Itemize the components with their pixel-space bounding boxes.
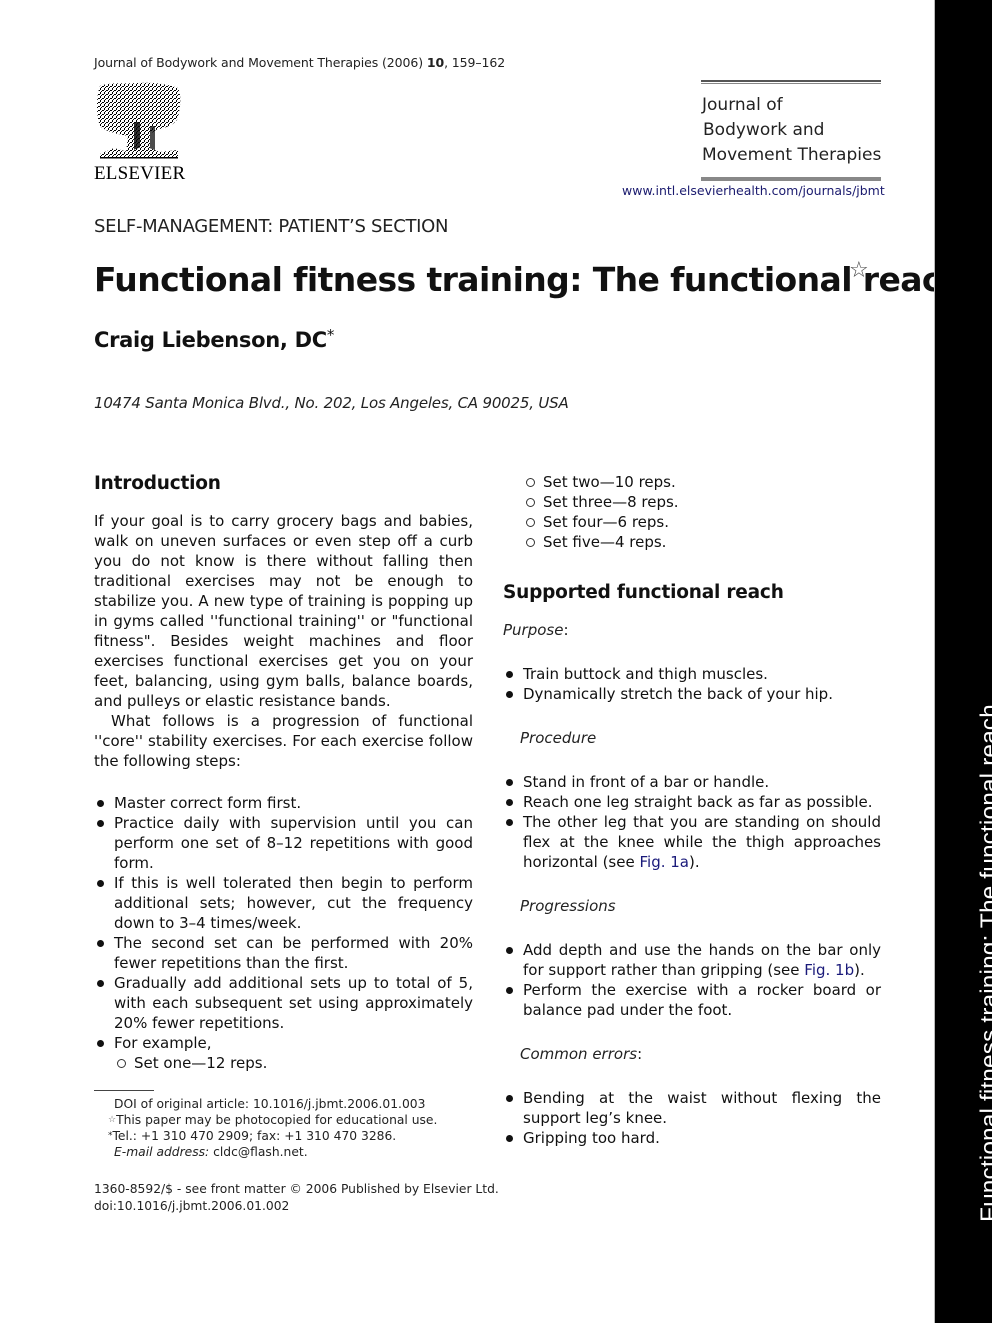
elsevier-logo: ELSEVIER xyxy=(94,82,186,184)
running-header-volume: 10 xyxy=(426,55,445,70)
front-matter-doi: doi:10.1016/j.jbmt.2006.01.002 xyxy=(94,1199,290,1213)
running-header: Journal of Bodywork and Movement Therapi… xyxy=(94,55,505,70)
procedure-item-end: ). xyxy=(688,853,700,871)
procedure-item-text: The other leg that you are standing on s… xyxy=(523,813,881,871)
journal-rule-top xyxy=(701,80,881,84)
example-set-item: Set four—6 reps. xyxy=(523,512,881,532)
journal-title-line3: Movement Therapies xyxy=(702,145,882,165)
error-item: Bending at the waist without flexing the… xyxy=(503,1088,881,1128)
journal-title-line2: Bodywork and xyxy=(703,120,825,140)
step-item: If this is well tolerated then begin to … xyxy=(94,873,473,933)
progression-item: Perform the exercise with a rocker board… xyxy=(503,980,881,1020)
left-column: Introduction If your goal is to carry gr… xyxy=(94,474,473,1073)
footnote-star-icon: ☆ xyxy=(108,1115,117,1125)
journal-url-link[interactable]: www.intl.elsevierhealth.com/journals/jbm… xyxy=(622,183,885,198)
procedure-item: Stand in front of a bar or handle. xyxy=(503,772,881,792)
elsevier-tree-logo-icon xyxy=(97,82,181,159)
front-matter-copyright: 1360-8592/$ - see front matter © 2006 Pu… xyxy=(94,1182,499,1196)
running-header-journal: Journal of Bodywork and Movement Therapi… xyxy=(94,55,427,70)
footnote-photocopy-text: This paper may be photocopied for educat… xyxy=(116,1113,438,1127)
purpose-item: Dynamically stretch the back of your hip… xyxy=(503,684,881,704)
progressions-label: Progressions xyxy=(520,897,616,915)
common-errors-colon: : xyxy=(637,1045,643,1063)
footnote-divider xyxy=(94,1090,154,1091)
procedure-label: Procedure xyxy=(520,729,597,747)
journal-title-line1: Journal of xyxy=(702,95,783,115)
footnote-contact-text: Tel.: +1 310 470 2909; fax: +1 310 470 3… xyxy=(112,1129,397,1143)
procedure-item: Reach one leg straight back as far as po… xyxy=(503,792,881,812)
error-item: Gripping too hard. xyxy=(503,1128,881,1148)
footnote-doi-original: DOI of original article: 10.1016/j.jbmt.… xyxy=(114,1097,426,1111)
example-sets-list-continued: Set two—10 reps. Set three—8 reps. Set f… xyxy=(523,472,881,552)
elsevier-wordmark: ELSEVIER xyxy=(94,163,186,184)
intro-paragraph-2: What follows is a progression of functio… xyxy=(94,712,473,770)
purpose-item: Train buttock and thigh muscles. xyxy=(503,664,881,684)
figure-1b-link[interactable]: Fig. 1b xyxy=(804,961,854,979)
article-title: Functional fitness training: The functio… xyxy=(94,260,964,299)
introduction-heading: Introduction xyxy=(94,473,221,494)
purpose-label: Purpose: xyxy=(503,620,881,640)
purpose-list: Train buttock and thigh muscles. Dynamic… xyxy=(503,664,881,704)
step-item-text: For example, xyxy=(114,1034,212,1052)
progression-item: Add depth and use the hands on the bar o… xyxy=(503,940,881,980)
email-address[interactable]: cldc@flash.net. xyxy=(209,1145,308,1159)
step-item: The second set can be performed with 20%… xyxy=(94,933,473,973)
side-title-text: Functional fitness training: The functio… xyxy=(976,704,992,1222)
footnote-email: E-mail address: cldc@flash.net. xyxy=(114,1144,308,1160)
intro-paragraph-1: If your goal is to carry grocery bags an… xyxy=(94,512,473,710)
footnote-contact: *Tel.: +1 310 470 2909; fax: +1 310 470 … xyxy=(108,1128,396,1144)
email-label: E-mail address: xyxy=(114,1145,210,1159)
common-errors-label-text: Common errors xyxy=(520,1045,638,1063)
step-item: Master correct form first. xyxy=(94,793,473,813)
progressions-list: Add depth and use the hands on the bar o… xyxy=(503,940,881,1020)
example-sets-list: Set one—12 reps. xyxy=(114,1053,473,1073)
example-set-item: Set two—10 reps. xyxy=(523,472,881,492)
title-footnote-star-icon[interactable]: ☆ xyxy=(849,258,869,283)
example-set-item: Set three—8 reps. xyxy=(523,492,881,512)
right-column: Set two—10 reps. Set three—8 reps. Set f… xyxy=(503,472,881,1148)
progression-item-end: ). xyxy=(854,961,865,979)
example-set-item: Set five—4 reps. xyxy=(523,532,881,552)
section-label: SELF-MANAGEMENT: PATIENT’S SECTION xyxy=(94,216,449,237)
steps-list: Master correct form first. Practice dail… xyxy=(94,793,473,1073)
footnote-photocopy: ☆This paper may be photocopied for educa… xyxy=(108,1112,437,1128)
purpose-label-text: Purpose xyxy=(503,621,564,639)
step-item: For example, Set one—12 reps. xyxy=(94,1033,473,1073)
running-header-pages: , 159–162 xyxy=(444,55,506,70)
supported-functional-reach-heading: Supported functional reach xyxy=(503,582,784,603)
side-title-bar: Functional fitness training: The functio… xyxy=(934,0,992,1323)
step-item: Gradually add additional sets up to tota… xyxy=(94,973,473,1033)
common-errors-list: Bending at the waist without flexing the… xyxy=(503,1088,881,1148)
figure-1a-link[interactable]: Fig. 1a xyxy=(639,853,689,871)
author-address: 10474 Santa Monica Blvd., No. 202, Los A… xyxy=(94,394,569,412)
procedure-item: The other leg that you are standing on s… xyxy=(503,812,881,872)
author-name: Craig Liebenson, DC* xyxy=(94,326,335,352)
purpose-colon: : xyxy=(563,621,569,639)
procedure-list: Stand in front of a bar or handle. Reach… xyxy=(503,772,881,872)
step-item: Practice daily with supervision until yo… xyxy=(94,813,473,873)
common-errors-label: Common errors: xyxy=(503,1044,881,1064)
front-matter: 1360-8592/$ - see front matter © 2006 Pu… xyxy=(94,1181,499,1215)
author-footnote-marker[interactable]: * xyxy=(327,326,335,344)
journal-rule-bottom xyxy=(701,177,881,181)
example-set-item: Set one—12 reps. xyxy=(114,1053,473,1073)
author-name-text: Craig Liebenson, DC xyxy=(94,328,327,352)
